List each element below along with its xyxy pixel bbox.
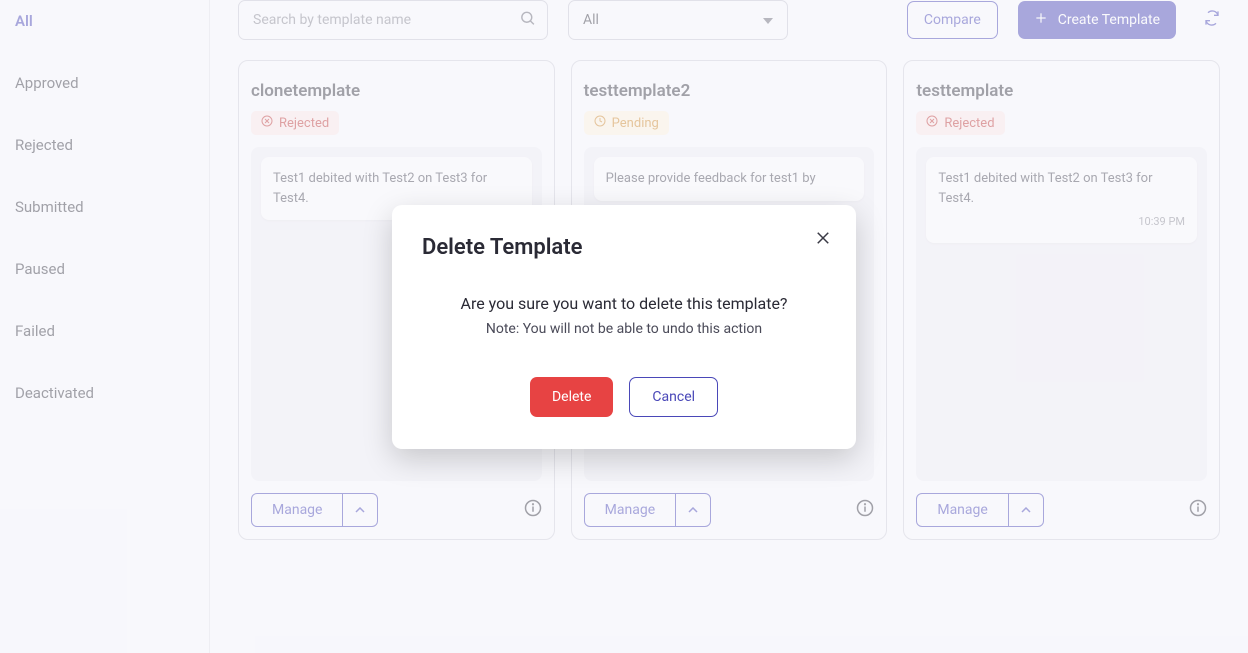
close-icon[interactable] bbox=[814, 229, 832, 251]
modal-actions: Delete Cancel bbox=[422, 377, 826, 417]
modal-title: Delete Template bbox=[422, 235, 826, 260]
cancel-button[interactable]: Cancel bbox=[629, 377, 718, 417]
modal-message: Are you sure you want to delete this tem… bbox=[422, 294, 826, 313]
modal-overlay[interactable]: Delete Template Are you sure you want to… bbox=[0, 0, 1248, 653]
modal-note: Note: You will not be able to undo this … bbox=[422, 321, 826, 337]
delete-button[interactable]: Delete bbox=[530, 377, 613, 417]
delete-template-modal: Delete Template Are you sure you want to… bbox=[392, 205, 856, 449]
